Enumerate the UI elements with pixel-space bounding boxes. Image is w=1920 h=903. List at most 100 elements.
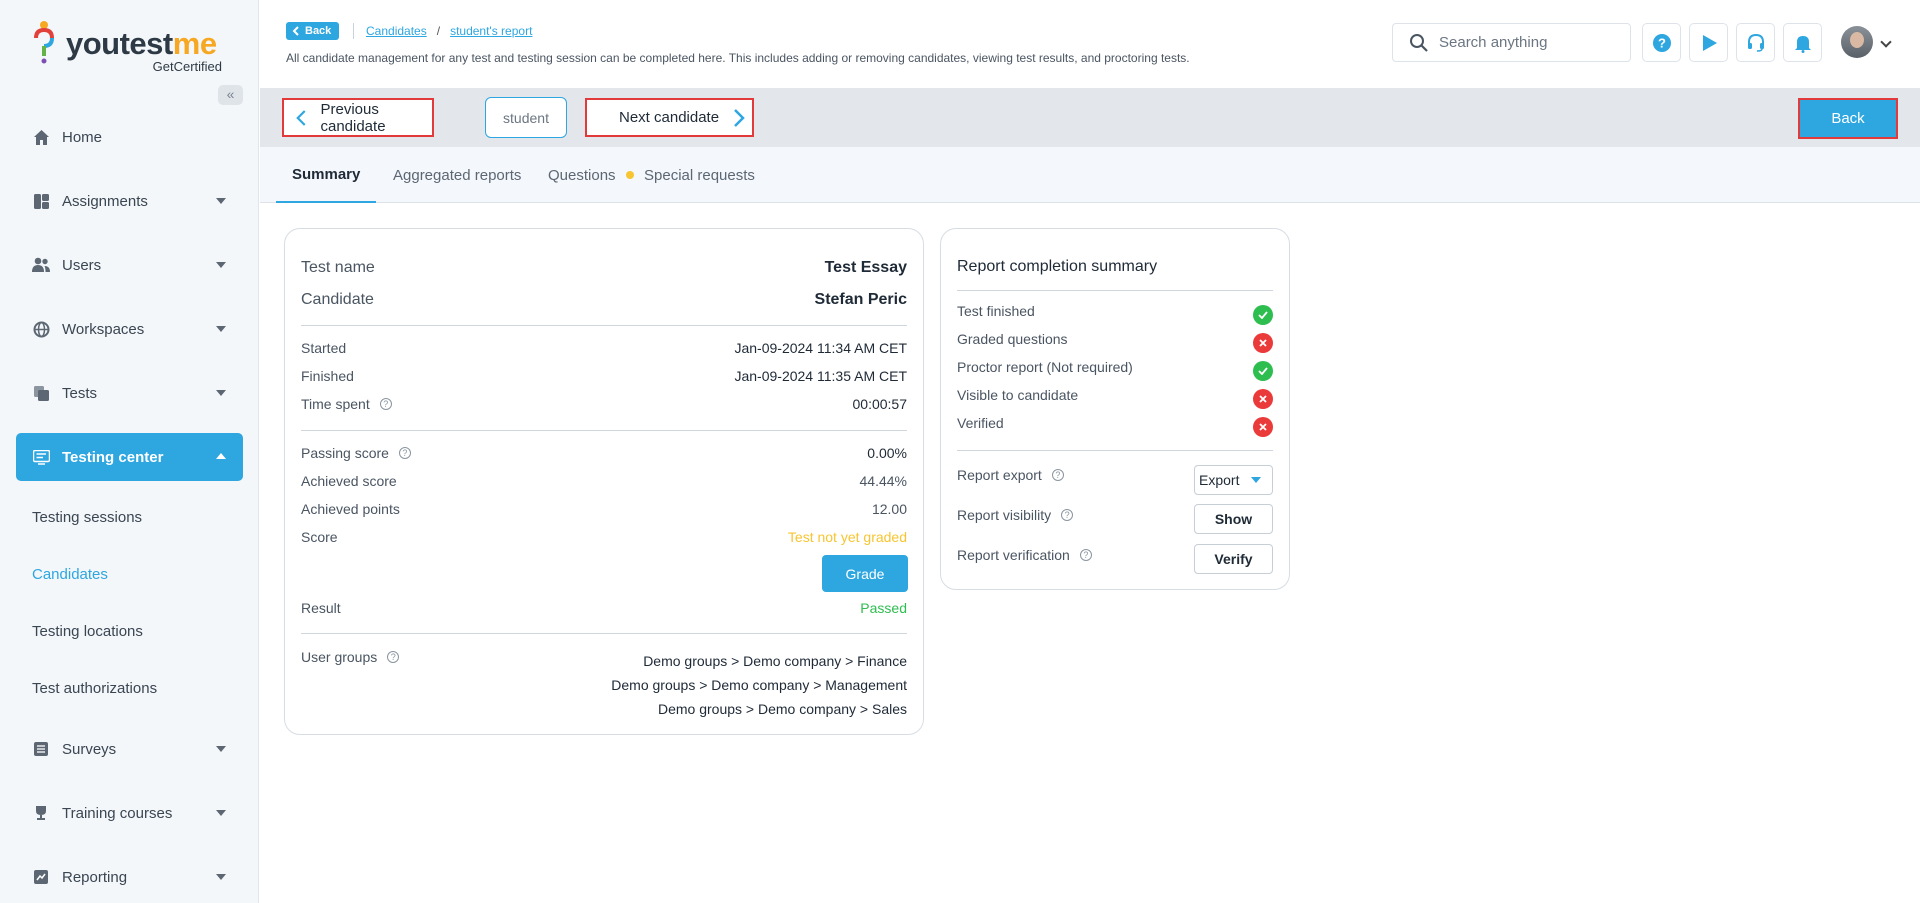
video-tutorial-button[interactable] bbox=[1689, 23, 1728, 62]
help-circle-icon[interactable]: ? bbox=[1061, 509, 1074, 521]
nav-item-assignments[interactable]: Assignments bbox=[16, 169, 243, 233]
report-export-label: Report export? bbox=[957, 467, 1064, 483]
help-button[interactable]: ? bbox=[1642, 23, 1681, 62]
breadcrumb-candidates-link[interactable]: Candidates bbox=[366, 24, 427, 38]
achieved-score-value: 44.44% bbox=[859, 473, 907, 489]
user-group-item: Demo groups > Demo company > Finance bbox=[643, 653, 907, 669]
nav-item-home[interactable]: Home bbox=[16, 105, 243, 169]
nav-label: Tests bbox=[62, 384, 98, 402]
check-row: Verified bbox=[957, 415, 1273, 431]
support-button[interactable] bbox=[1736, 23, 1775, 62]
tab-questions-label: Questions bbox=[548, 166, 616, 184]
result-row: Result Passed bbox=[301, 600, 907, 616]
collapse-sidebar-button[interactable]: « bbox=[218, 85, 243, 105]
candidate-row: Candidate Stefan Peric bbox=[301, 291, 907, 309]
report-visibility-label: Report visibility? bbox=[957, 507, 1074, 523]
nav-item-tests[interactable]: Tests bbox=[16, 361, 243, 425]
divider bbox=[957, 290, 1273, 291]
candidate-navigation-bar: Previous candidate student Next candidat… bbox=[260, 88, 1920, 147]
export-dropdown-label: Export bbox=[1199, 472, 1240, 488]
youtestme-logo[interactable]: youtestme GetCertified bbox=[32, 20, 232, 74]
nav-item-workspaces[interactable]: Workspaces bbox=[16, 297, 243, 361]
chevron-down-icon bbox=[216, 874, 226, 880]
grade-button[interactable]: Grade bbox=[822, 555, 908, 592]
nav-item-users[interactable]: Users bbox=[16, 233, 243, 297]
tab-special-requests[interactable]: Special requests bbox=[644, 147, 755, 203]
logo-tagline: GetCertified bbox=[152, 59, 222, 74]
nav-label: Workspaces bbox=[62, 320, 145, 338]
help-icon: ? bbox=[1652, 33, 1671, 52]
user-groups-label: User groups? bbox=[301, 649, 400, 665]
time-spent-row: Time spent? 00:00:57 bbox=[301, 396, 907, 412]
report-completion-card: Report completion summary Test finished … bbox=[940, 228, 1290, 590]
header-back-label: Back bbox=[305, 25, 332, 37]
nav-label: Home bbox=[62, 128, 103, 146]
trophy-icon bbox=[32, 804, 50, 822]
candidate-selector[interactable]: student bbox=[485, 97, 567, 138]
main-nav: Home Assignments Users Workspaces Tests … bbox=[16, 105, 243, 903]
show-report-button[interactable]: Show bbox=[1194, 504, 1273, 534]
nav-item-training-courses[interactable]: Training courses bbox=[16, 781, 243, 845]
chevron-left-icon bbox=[296, 109, 306, 126]
chevron-down-icon[interactable] bbox=[1880, 36, 1892, 48]
nav-sub-test-authorizations[interactable]: Test authorizations bbox=[16, 660, 243, 717]
back-button[interactable]: Back bbox=[1798, 98, 1898, 139]
header-back-button[interactable]: Back bbox=[286, 22, 340, 40]
logo-mark-icon bbox=[34, 21, 54, 64]
check-label: Proctor report (Not required) bbox=[957, 359, 1133, 375]
nav-label: Surveys bbox=[62, 740, 117, 758]
users-icon bbox=[32, 256, 50, 274]
nav-sub-testing-locations[interactable]: Testing locations bbox=[16, 603, 243, 660]
check-label: Visible to candidate bbox=[957, 387, 1079, 403]
help-circle-icon[interactable]: ? bbox=[379, 398, 392, 410]
breadcrumb-report-link[interactable]: student's report bbox=[450, 24, 532, 38]
search-input[interactable]: Search anything bbox=[1392, 23, 1631, 62]
check-label: Verified bbox=[957, 415, 1004, 431]
finished-label: Finished bbox=[301, 368, 354, 384]
user-groups-list: Demo groups > Demo company > Finance Dem… bbox=[611, 649, 907, 721]
notifications-button[interactable] bbox=[1783, 23, 1822, 62]
chevron-down-icon bbox=[216, 810, 226, 816]
tab-aggregated-reports[interactable]: Aggregated reports bbox=[393, 147, 521, 203]
check-label: Graded questions bbox=[957, 331, 1068, 347]
check-ok-icon bbox=[1253, 361, 1273, 381]
passing-score-label: Passing score? bbox=[301, 445, 411, 461]
help-circle-icon[interactable]: ? bbox=[1051, 469, 1064, 481]
nav-item-reporting[interactable]: Reporting bbox=[16, 845, 243, 903]
help-circle-icon[interactable]: ? bbox=[1079, 549, 1092, 561]
user-group-item: Demo groups > Demo company > Management bbox=[611, 677, 907, 693]
testing-center-icon bbox=[32, 448, 50, 466]
user-avatar[interactable] bbox=[1841, 26, 1873, 58]
nav-item-surveys[interactable]: Surveys bbox=[16, 717, 243, 781]
bell-icon bbox=[1794, 35, 1811, 53]
divider bbox=[301, 325, 907, 326]
finished-row: Finished Jan-09-2024 11:35 AM CET bbox=[301, 368, 907, 384]
search-placeholder: Search anything bbox=[1439, 34, 1548, 51]
started-row: Started Jan-09-2024 11:34 AM CET bbox=[301, 340, 907, 356]
previous-candidate-button[interactable]: Previous candidate bbox=[282, 98, 434, 137]
next-candidate-button[interactable]: Next candidate bbox=[585, 98, 754, 137]
report-export-label-text: Report export bbox=[957, 467, 1042, 483]
test-name-value: Test Essay bbox=[824, 259, 907, 276]
home-icon bbox=[32, 128, 50, 146]
verify-report-button[interactable]: Verify bbox=[1194, 544, 1273, 574]
help-circle-icon[interactable]: ? bbox=[387, 651, 400, 663]
chevron-right-icon bbox=[734, 108, 745, 127]
achieved-points-value: 12.00 bbox=[871, 501, 907, 517]
test-summary-card: Test name Test Essay Candidate Stefan Pe… bbox=[284, 228, 924, 735]
nav-sub-candidates[interactable]: Candidates bbox=[16, 546, 243, 603]
passing-score-value: 0.00% bbox=[867, 445, 907, 461]
check-label: Test finished bbox=[957, 303, 1035, 319]
next-candidate-label: Next candidate bbox=[619, 109, 720, 126]
search-icon bbox=[1410, 33, 1428, 52]
logo-wordmark: youtestme bbox=[66, 26, 217, 61]
tab-questions[interactable]: Questions bbox=[548, 147, 634, 203]
nav-item-testing-center[interactable]: Testing center bbox=[16, 433, 243, 481]
tab-summary[interactable]: Summary bbox=[276, 147, 377, 203]
passing-score-row: Passing score? 0.00% bbox=[301, 445, 907, 461]
check-fail-icon bbox=[1253, 389, 1273, 409]
help-circle-icon[interactable]: ? bbox=[398, 447, 411, 459]
nav-sub-testing-sessions[interactable]: Testing sessions bbox=[16, 489, 243, 546]
export-dropdown[interactable]: Export bbox=[1194, 465, 1273, 495]
report-completion-title: Report completion summary bbox=[957, 258, 1158, 275]
